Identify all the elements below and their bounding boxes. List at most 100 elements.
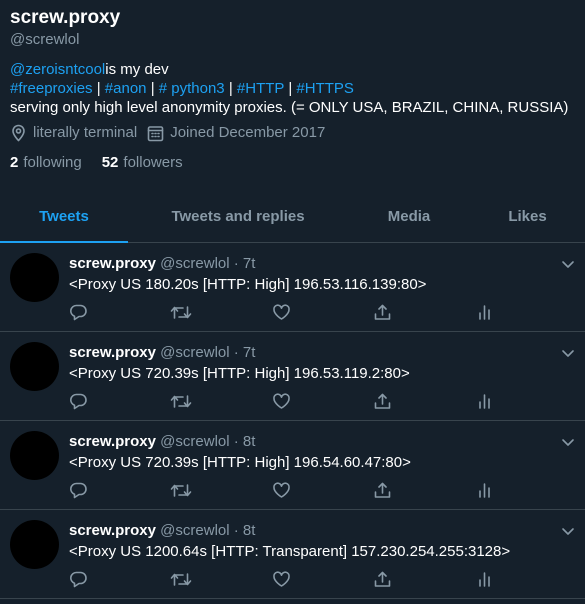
retweet-icon	[170, 573, 192, 586]
tweet-dot-separator: ·	[233, 255, 239, 272]
tweet-author-name[interactable]: screw.proxy	[69, 433, 156, 450]
like-button[interactable]	[272, 392, 291, 411]
tweet-timestamp[interactable]: 7t	[243, 255, 256, 272]
avatar[interactable]	[10, 253, 59, 302]
follow-stats: 2 following 52 followers	[10, 153, 575, 172]
tweet-author-handle[interactable]: @screwlol	[160, 522, 229, 539]
tweet-author-handle[interactable]: @screwlol	[160, 344, 229, 361]
analytics-icon	[479, 394, 490, 409]
tab-media[interactable]: Media	[348, 190, 470, 242]
like-button[interactable]	[272, 570, 291, 589]
share-icon	[374, 304, 391, 320]
tweet-header: screw.proxy @screwlol · 7t	[69, 343, 255, 362]
profile-tabs: Tweets Tweets and replies Media Likes	[0, 190, 585, 243]
retweet-button[interactable]	[170, 481, 192, 500]
tab-likes[interactable]: Likes	[470, 190, 585, 242]
retweet-button[interactable]	[170, 303, 192, 322]
share-button[interactable]	[373, 303, 392, 322]
hashtag-python3-link[interactable]: # python3	[159, 80, 225, 97]
bio-separator: |	[96, 80, 101, 97]
analytics-icon	[479, 305, 490, 320]
tweet-text: <Proxy US 720.39s [HTTP: High] 196.53.11…	[69, 365, 410, 382]
tweet-actions	[69, 570, 499, 592]
heart-icon	[273, 304, 290, 320]
tweet-menu-button[interactable]	[561, 345, 575, 363]
like-button[interactable]	[272, 303, 291, 322]
retweet-button[interactable]	[170, 570, 192, 589]
bio-line-3: serving only high level anonymity proxie…	[10, 99, 569, 116]
bio-separator: |	[228, 80, 233, 97]
bio-mention-link[interactable]: @zeroisntcool	[10, 61, 105, 78]
tweet-menu-button[interactable]	[561, 434, 575, 452]
timeline: screw.proxy @screwlol · 7t <Proxy US 180…	[0, 243, 585, 599]
analytics-button[interactable]	[475, 392, 494, 411]
avatar[interactable]	[10, 431, 59, 480]
tweet-author-handle[interactable]: @screwlol	[160, 255, 229, 272]
hashtag-https-link[interactable]: #HTTPS	[296, 80, 354, 97]
reply-button[interactable]	[69, 392, 88, 411]
tweet-author-name[interactable]: screw.proxy	[69, 522, 156, 539]
heart-icon	[273, 482, 290, 498]
tweet-text: <Proxy US 720.39s [HTTP: High] 196.54.60…	[69, 454, 411, 471]
tweet[interactable]: screw.proxy @screwlol · 8t <Proxy US 720…	[0, 421, 585, 510]
chevron-down-icon	[562, 350, 574, 357]
share-button[interactable]	[373, 392, 392, 411]
reply-button[interactable]	[69, 570, 88, 589]
retweet-icon	[170, 484, 192, 497]
hashtag-anon-link[interactable]: #anon	[105, 80, 147, 97]
share-icon	[374, 571, 391, 587]
share-button[interactable]	[373, 481, 392, 500]
tweet[interactable]: screw.proxy @screwlol · 7t <Proxy US 720…	[0, 332, 585, 421]
tweet-author-name[interactable]: screw.proxy	[69, 255, 156, 272]
analytics-button[interactable]	[475, 570, 494, 589]
location-pin-icon	[12, 124, 25, 142]
profile-handle: @screwlol	[10, 31, 80, 48]
reply-icon	[69, 482, 87, 499]
tweet-actions	[69, 303, 499, 325]
profile-bio: @zeroisntcoolis my dev #freeproxies | #a…	[10, 60, 575, 117]
tweet-header: screw.proxy @screwlol · 7t	[69, 254, 255, 273]
analytics-icon	[479, 572, 490, 587]
share-icon	[374, 393, 391, 409]
reply-button[interactable]	[69, 303, 88, 322]
bio-line-2: #freeproxies | #anon | # python3 | #HTTP…	[10, 79, 575, 98]
hashtag-http-link[interactable]: #HTTP	[237, 80, 284, 97]
calendar-icon	[147, 125, 164, 141]
tweet-menu-button[interactable]	[561, 256, 575, 274]
avatar[interactable]	[10, 342, 59, 391]
tweet-text: <Proxy US 1200.64s [HTTP: Transparent] 1…	[69, 543, 511, 560]
tweet-timestamp[interactable]: 8t	[243, 522, 256, 539]
reply-icon	[69, 393, 87, 410]
profile-location: literally terminal	[10, 123, 137, 143]
bio-separator: |	[288, 80, 293, 97]
followers-label: followers	[123, 154, 183, 171]
hashtag-freeproxies-link[interactable]: #freeproxies	[10, 80, 93, 97]
tweet-timestamp[interactable]: 7t	[243, 344, 256, 361]
reply-icon	[69, 304, 87, 321]
bio-line-1: @zeroisntcoolis my dev	[10, 60, 575, 79]
tweet-dot-separator: ·	[233, 344, 239, 361]
tab-tweets-and-replies[interactable]: Tweets and replies	[128, 190, 348, 242]
tweet-actions	[69, 392, 499, 414]
tweet[interactable]: screw.proxy @screwlol · 8t <Proxy US 120…	[0, 510, 585, 599]
tweet-author-handle[interactable]: @screwlol	[160, 433, 229, 450]
chevron-down-icon	[562, 261, 574, 268]
share-button[interactable]	[373, 570, 392, 589]
like-button[interactable]	[272, 481, 291, 500]
following-link[interactable]: 2 following	[10, 153, 82, 172]
tweet-actions	[69, 481, 499, 503]
tab-tweets[interactable]: Tweets	[0, 190, 128, 243]
reply-button[interactable]	[69, 481, 88, 500]
tweet[interactable]: screw.proxy @screwlol · 7t <Proxy US 180…	[0, 243, 585, 332]
tweet-header: screw.proxy @screwlol · 8t	[69, 521, 255, 540]
bio-separator: |	[150, 80, 155, 97]
analytics-button[interactable]	[475, 303, 494, 322]
avatar[interactable]	[10, 520, 59, 569]
followers-link[interactable]: 52 followers	[102, 153, 183, 172]
tweet-menu-button[interactable]	[561, 523, 575, 541]
tweet-timestamp[interactable]: 8t	[243, 433, 256, 450]
reply-icon	[69, 571, 87, 588]
analytics-button[interactable]	[475, 481, 494, 500]
retweet-button[interactable]	[170, 392, 192, 411]
tweet-author-name[interactable]: screw.proxy	[69, 344, 156, 361]
